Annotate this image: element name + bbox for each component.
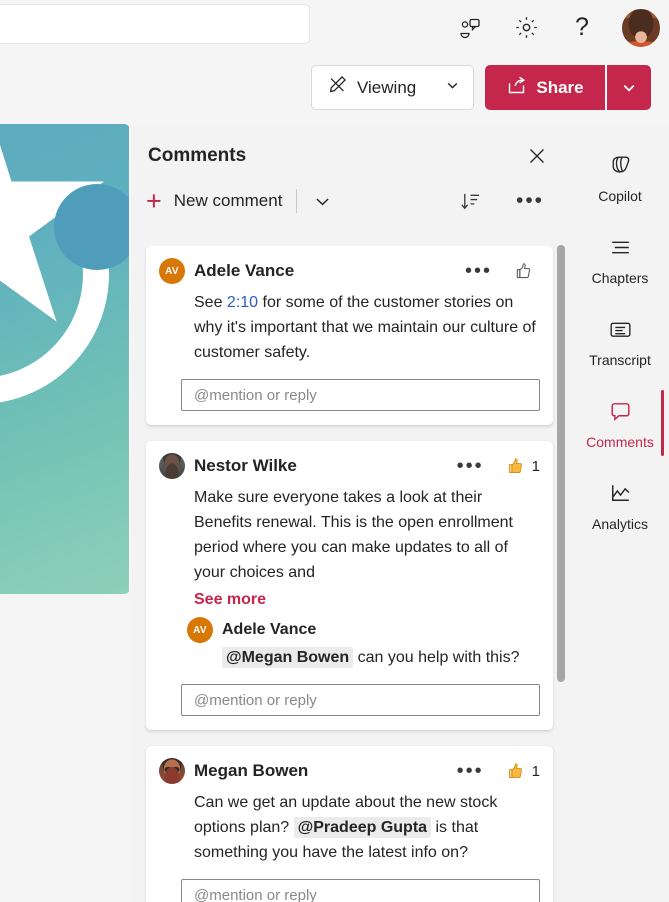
sidebar-item-transcript[interactable]: Transcript xyxy=(571,300,669,382)
sidebar-item-label: Comments xyxy=(586,434,654,450)
help-glyph: ? xyxy=(575,13,589,41)
reply-input[interactable]: @mention or reply xyxy=(181,684,540,716)
more-options-icon: ••• xyxy=(515,189,545,212)
comments-toolbar: + New comment ••• xyxy=(131,170,571,216)
comment-author: Megan Bowen xyxy=(194,761,309,780)
active-indicator xyxy=(661,390,664,456)
thumbs-up-filled-icon xyxy=(508,458,522,474)
comment-body: Can we get an update about the new stock… xyxy=(194,790,540,865)
sidebar-item-chapters[interactable]: Chapters xyxy=(571,218,669,300)
transcript-icon xyxy=(605,314,635,344)
reaction-button[interactable] xyxy=(514,261,540,281)
feedback-icon[interactable] xyxy=(453,11,487,45)
gear-icon[interactable] xyxy=(509,11,543,45)
video-artwork: dership A xyxy=(0,124,129,594)
reaction-count: 1 xyxy=(531,762,540,780)
video-player-thumbnail[interactable]: dership A xyxy=(0,124,130,594)
toolbar-divider xyxy=(296,189,298,213)
comment-body: See 2:10 for some of the customer storie… xyxy=(194,290,540,365)
comment-body: Make sure everyone takes a look at their… xyxy=(194,489,513,581)
reply-header: AV Adele Vance xyxy=(187,617,540,643)
sidebar-item-label: Transcript xyxy=(589,352,651,368)
share-dropdown-button[interactable] xyxy=(606,65,651,110)
sidebar-item-copilot[interactable]: Copilot xyxy=(571,136,669,218)
comments-panel: Comments + New comment ••• AV Adele Vanc… xyxy=(131,124,571,902)
action-row: Viewing Share xyxy=(0,55,669,121)
avatar: AV xyxy=(187,617,213,643)
comment-card[interactable]: AV Adele Vance ••• See 2:10 for some of … xyxy=(146,246,553,425)
share-button[interactable]: Share xyxy=(485,65,605,110)
new-comment-label: New comment xyxy=(173,191,283,210)
comment-body-prefix: See xyxy=(194,294,227,311)
comment-author: Nestor Wilke xyxy=(194,456,297,475)
reply-text: can you help with this? xyxy=(353,649,520,666)
see-more-link[interactable]: See more xyxy=(194,591,266,609)
sidebar-item-comments[interactable]: Comments xyxy=(571,382,669,464)
comment-card[interactable]: Megan Bowen ••• 1 Can we get an update a… xyxy=(146,746,553,902)
reply-input[interactable]: @mention or reply xyxy=(181,879,540,902)
sort-comments-button[interactable] xyxy=(455,186,485,216)
pen-icon xyxy=(326,74,348,101)
comments-list: AV Adele Vance ••• See 2:10 for some of … xyxy=(131,246,571,902)
reaction-count: 1 xyxy=(531,457,540,475)
comment-card[interactable]: Nestor Wilke ••• 1 Make sure everyone ta… xyxy=(146,441,553,730)
avatar: AV xyxy=(159,258,185,284)
close-icon[interactable] xyxy=(523,142,551,170)
new-comment-button[interactable]: + New comment xyxy=(146,185,283,216)
account-avatar[interactable] xyxy=(621,7,661,48)
comments-more-options-button[interactable]: ••• xyxy=(515,186,545,216)
comment-header: Nestor Wilke ••• 1 xyxy=(159,453,540,479)
comment-header: AV Adele Vance ••• xyxy=(159,258,540,284)
comments-panel-header: Comments xyxy=(131,124,571,170)
help-icon[interactable]: ? xyxy=(565,11,599,45)
comments-scrollbar[interactable] xyxy=(556,243,566,684)
chevron-down-icon xyxy=(316,197,329,205)
sidebar-item-label: Analytics xyxy=(591,516,649,532)
thumbs-up-outline-icon xyxy=(516,263,531,279)
avatar xyxy=(159,453,185,479)
comment-more-options-button[interactable]: ••• xyxy=(453,761,488,781)
comment-author: Adele Vance xyxy=(194,261,295,280)
timestamp-link[interactable]: 2:10 xyxy=(227,294,258,311)
decorative-circle xyxy=(54,184,129,270)
comment-header: Megan Bowen ••• 1 xyxy=(159,758,540,784)
app-root: ? Viewing Share Comments + New comment •… xyxy=(0,0,669,902)
new-comment-dropdown-button[interactable] xyxy=(309,188,335,214)
comment-bubble-icon xyxy=(605,396,635,426)
reaction-button[interactable]: 1 xyxy=(506,456,540,476)
scrollbar-thumb[interactable] xyxy=(557,245,565,682)
comment-reply: AV Adele Vance @Megan Bowen can you help… xyxy=(187,617,540,670)
side-rail: Copilot Chapters Transcript Comments Ana… xyxy=(571,124,669,902)
sidebar-item-label: Copilot xyxy=(598,188,642,204)
viewing-label: Viewing xyxy=(357,77,417,97)
page-title: Comments xyxy=(148,145,247,166)
thumbs-up-filled-icon xyxy=(508,763,522,779)
reply-input[interactable]: @mention or reply xyxy=(181,379,540,411)
comment-more-options-button[interactable]: ••• xyxy=(453,456,488,476)
plus-icon: + xyxy=(146,185,162,216)
share-icon xyxy=(506,75,527,101)
share-label: Share xyxy=(536,77,584,97)
search-input[interactable] xyxy=(0,4,310,44)
video-title: dership A xyxy=(0,520,119,568)
reaction-button[interactable]: 1 xyxy=(506,761,540,781)
viewing-mode-button[interactable]: Viewing xyxy=(311,65,474,110)
mention-chip[interactable]: @Pradeep Gupta xyxy=(293,817,432,838)
chevron-down-icon xyxy=(446,79,459,97)
copilot-icon xyxy=(605,150,635,180)
sidebar-item-label: Chapters xyxy=(591,270,649,286)
top-bar-icons: ? xyxy=(453,0,661,55)
chapters-icon xyxy=(605,232,635,262)
mention-chip[interactable]: @Megan Bowen xyxy=(222,647,354,668)
reply-body: @Megan Bowen can you help with this? xyxy=(222,645,540,670)
top-bar: ? xyxy=(0,0,669,55)
chevron-down-icon xyxy=(623,84,635,92)
sidebar-item-analytics[interactable]: Analytics xyxy=(571,464,669,546)
reply-author: Adele Vance xyxy=(222,621,317,638)
sort-descending-icon xyxy=(460,193,479,209)
avatar xyxy=(159,758,185,784)
comment-more-options-button[interactable]: ••• xyxy=(461,261,496,281)
analytics-chart-icon xyxy=(605,478,635,508)
